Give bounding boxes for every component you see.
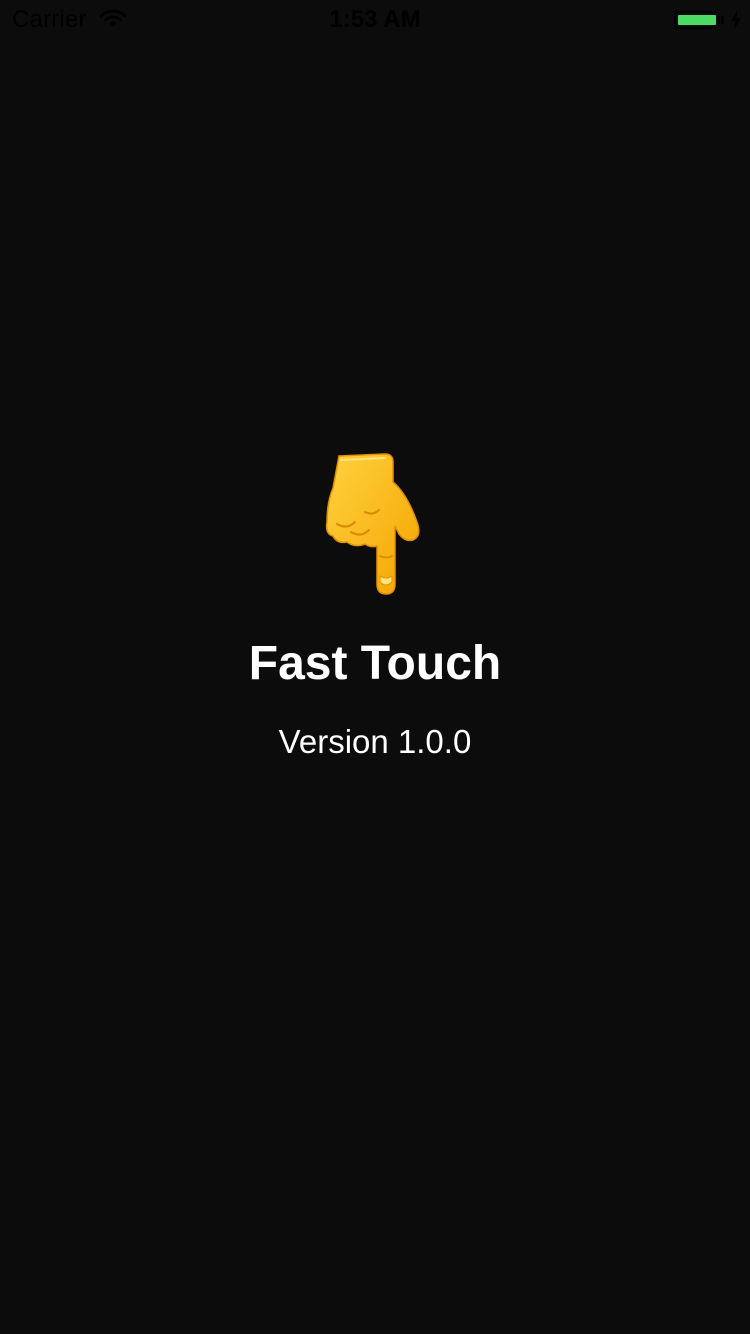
battery-icon (674, 11, 720, 29)
battery-level (678, 15, 716, 25)
battery-tip (721, 16, 724, 24)
status-bar: Carrier 1:53 AM (0, 0, 750, 40)
status-time: 1:53 AM (329, 6, 421, 33)
app-title: Fast Touch (248, 637, 502, 690)
charging-icon (731, 10, 741, 30)
backhand-index-pointing-down-icon (325, 453, 420, 595)
version-label: Version 1.0.0 (278, 723, 472, 760)
splash-content: Fast Touch Version 1.0.0 (0, 440, 750, 762)
